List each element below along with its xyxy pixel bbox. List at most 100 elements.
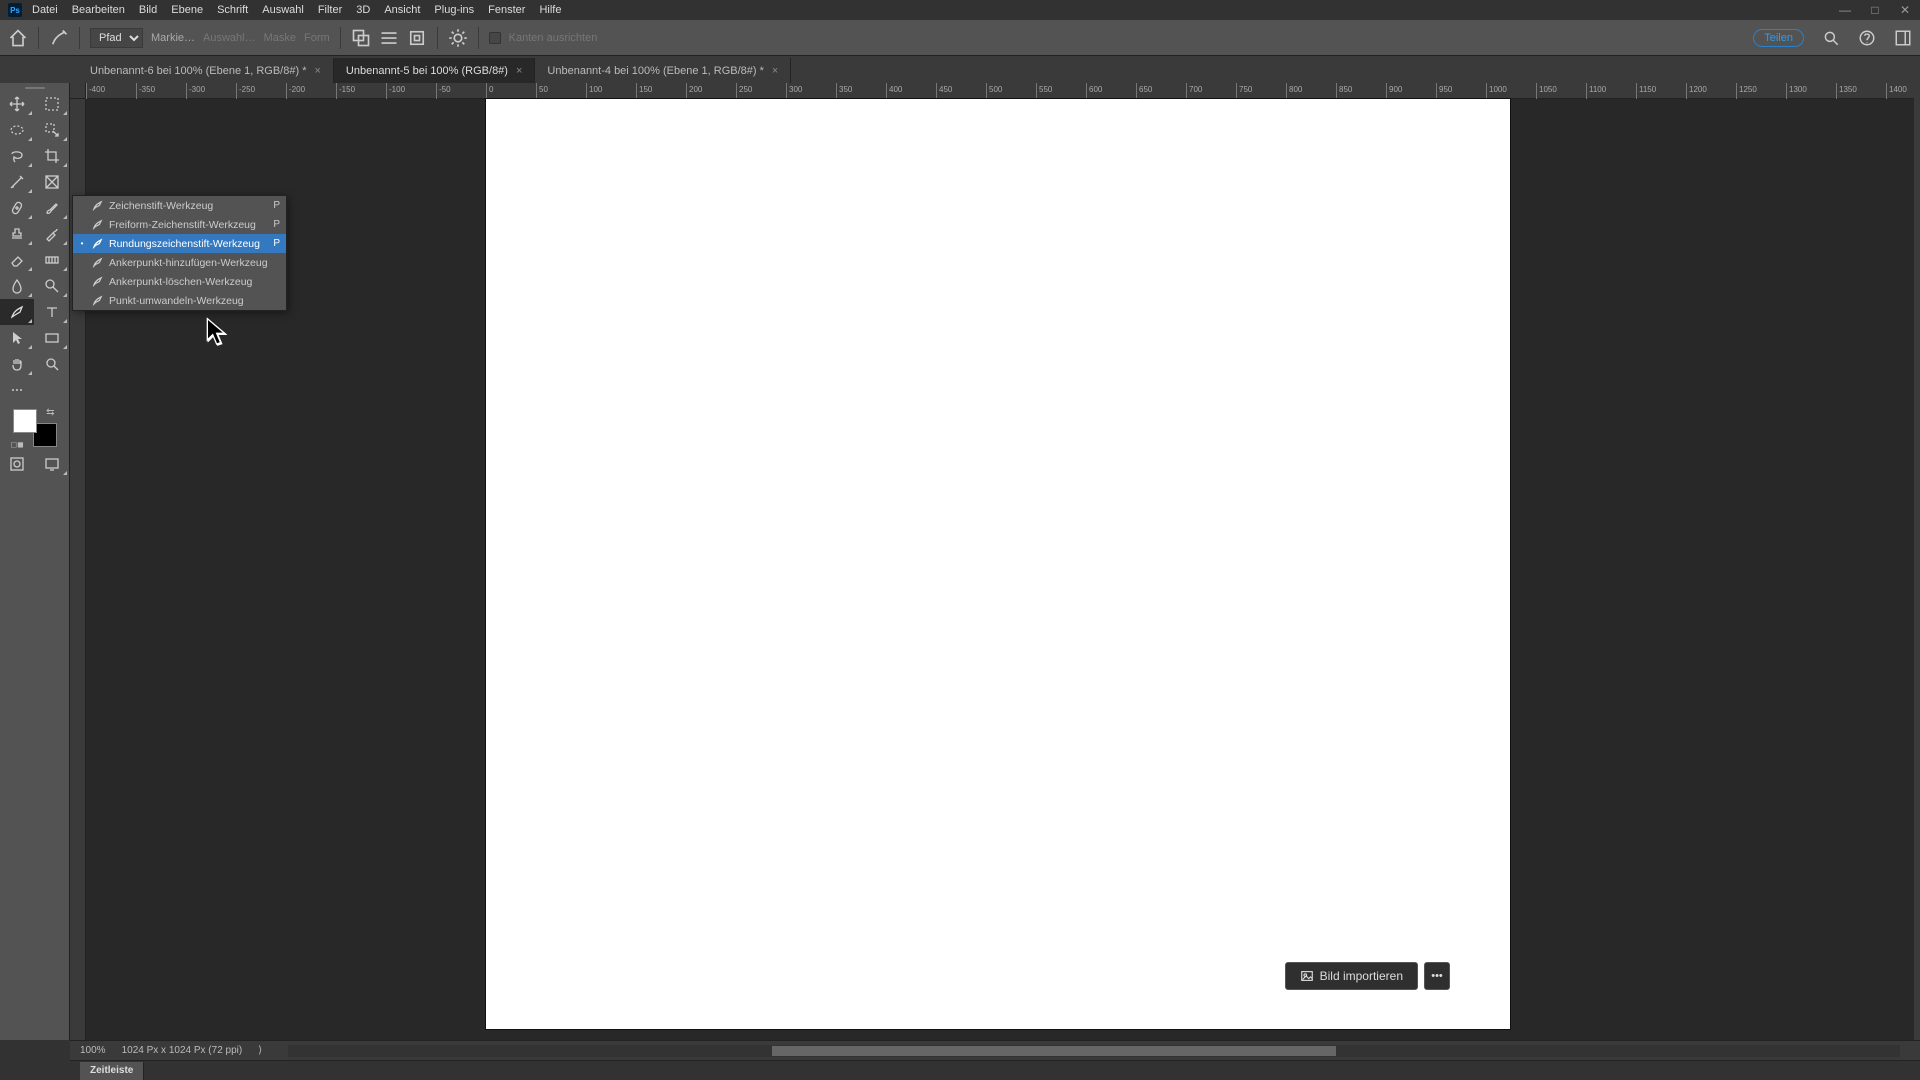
menu-plugins[interactable]: Plug-ins <box>434 4 474 16</box>
doc-tab-label: Unbenannt-4 bei 100% (Ebene 1, RGB/8#) * <box>547 65 763 77</box>
gear-icon[interactable] <box>448 28 468 48</box>
search-icon[interactable] <box>1822 29 1840 47</box>
doc-tab-0[interactable]: Unbenannt-6 bei 100% (Ebene 1, RGB/8#) *… <box>78 58 334 83</box>
options-bar: Pfad Markie… Auswahl… Maske Form Kanten … <box>0 20 1920 56</box>
import-more-button[interactable]: ••• <box>1424 962 1450 990</box>
canvas-stage[interactable]: Bild importieren ••• <box>86 99 1920 1040</box>
pen-tool-flyout: Zeichenstift-Werkzeug P Freiform-Zeichen… <box>72 195 287 311</box>
object-select-tool[interactable] <box>35 117 69 143</box>
canvas-area: -400-350-300-250-200-150-100-50050100150… <box>70 83 1920 1040</box>
zoom-tool[interactable] <box>35 351 69 377</box>
mode-select[interactable]: Pfad <box>90 28 143 48</box>
status-bar: 100% 1024 Px x 1024 Px (72 ppi) ⟩ <box>70 1040 1920 1060</box>
brush-tool[interactable] <box>35 195 69 221</box>
path-align-icon[interactable] <box>379 28 399 48</box>
pen-tool[interactable] <box>0 299 34 325</box>
artboard-tool[interactable] <box>35 91 69 117</box>
status-arrow[interactable]: ⟩ <box>258 1045 262 1056</box>
markie-button[interactable]: Markie… <box>151 32 195 44</box>
flyout-item-3[interactable]: Ankerpunkt-hinzufügen-Werkzeug <box>73 253 286 272</box>
lasso-tool[interactable] <box>0 143 34 169</box>
quickmask-tool[interactable] <box>0 451 34 477</box>
healing-tool[interactable] <box>0 195 34 221</box>
blur-tool[interactable] <box>0 273 34 299</box>
window-minimize-button[interactable]: — <box>1838 3 1852 17</box>
crop-tool[interactable] <box>35 143 69 169</box>
menu-filter[interactable]: Filter <box>318 4 342 16</box>
edit-toolbar[interactable] <box>0 377 34 403</box>
menu-datei[interactable]: Datei <box>32 4 58 16</box>
type-tool[interactable] <box>35 299 69 325</box>
import-label: Bild importieren <box>1320 969 1403 983</box>
rectangle-tool[interactable] <box>35 325 69 351</box>
menu-bearbeiten[interactable]: Bearbeiten <box>72 4 125 16</box>
menu-ebene[interactable]: Ebene <box>171 4 203 16</box>
flyout-item-1[interactable]: Freiform-Zeichenstift-Werkzeug P <box>73 215 286 234</box>
import-image-button[interactable]: Bild importieren <box>1285 962 1418 990</box>
document-dims[interactable]: 1024 Px x 1024 Px (72 ppi) <box>122 1045 243 1056</box>
menu-auswahl[interactable]: Auswahl <box>262 4 304 16</box>
ruler-horizontal[interactable]: -400-350-300-250-200-150-100-50050100150… <box>86 83 1920 99</box>
flyout-item-4[interactable]: Ankerpunkt-löschen-Werkzeug <box>73 272 286 291</box>
flyout-item-2[interactable]: • Rundungszeichenstift-Werkzeug P <box>73 234 286 253</box>
timeline-panel: Zeitleiste <box>70 1060 1920 1080</box>
flyout-item-5[interactable]: Punkt-umwandeln-Werkzeug <box>73 291 286 310</box>
horizontal-scrollbar[interactable] <box>288 1045 1900 1057</box>
toolbox: ⇆ ◻◼ <box>0 83 70 1040</box>
eraser-tool[interactable] <box>0 247 34 273</box>
path-op-icon-1[interactable] <box>351 28 371 48</box>
import-box: Bild importieren ••• <box>1285 962 1450 990</box>
close-icon[interactable]: × <box>516 65 522 77</box>
doc-tab-1[interactable]: Unbenannt-5 bei 100% (RGB/8#) × <box>334 58 535 83</box>
marquee-tool[interactable] <box>0 117 34 143</box>
home-icon[interactable] <box>8 28 28 48</box>
document-tabs: Unbenannt-6 bei 100% (Ebene 1, RGB/8#) *… <box>0 56 1920 83</box>
window-controls: — □ ✕ <box>1838 3 1912 17</box>
menu-fenster[interactable]: Fenster <box>488 4 525 16</box>
eyedropper-tool[interactable] <box>0 169 34 195</box>
document-canvas[interactable] <box>486 99 1510 1029</box>
frame-tool[interactable] <box>35 169 69 195</box>
help-icon[interactable] <box>1858 29 1876 47</box>
kanten-checkbox[interactable] <box>489 32 501 44</box>
foreground-color[interactable] <box>13 409 37 433</box>
flyout-item-0[interactable]: Zeichenstift-Werkzeug P <box>73 196 286 215</box>
move-tool[interactable] <box>0 91 34 117</box>
workspace-icon[interactable] <box>1894 29 1912 47</box>
menu-3d[interactable]: 3D <box>356 4 370 16</box>
window-close-button[interactable]: ✕ <box>1898 3 1912 17</box>
dodge-tool[interactable] <box>35 273 69 299</box>
menu-bild[interactable]: Bild <box>139 4 157 16</box>
default-colors-icon[interactable]: ◻◼ <box>11 440 24 449</box>
kanten-label: Kanten ausrichten <box>509 32 598 44</box>
tool-preset-icon[interactable] <box>49 28 69 48</box>
history-brush-tool[interactable] <box>35 221 69 247</box>
stamp-tool[interactable] <box>0 221 34 247</box>
close-icon[interactable]: × <box>314 65 320 77</box>
zoom-level[interactable]: 100% <box>80 1045 106 1056</box>
path-select-tool[interactable] <box>0 325 34 351</box>
right-panel-strip[interactable] <box>1914 83 1920 1040</box>
doc-tab-label: Unbenannt-6 bei 100% (Ebene 1, RGB/8#) * <box>90 65 306 77</box>
menu-hilfe[interactable]: Hilfe <box>539 4 561 16</box>
window-maximize-button[interactable]: □ <box>1868 3 1882 17</box>
main-menu: Datei Bearbeiten Bild Ebene Schrift Ausw… <box>32 4 561 16</box>
ruler-corner <box>70 83 86 99</box>
maske-button: Maske <box>264 32 296 44</box>
doc-tab-label: Unbenannt-5 bei 100% (RGB/8#) <box>346 65 508 77</box>
app-logo: Ps <box>8 3 22 17</box>
doc-tab-2[interactable]: Unbenannt-4 bei 100% (Ebene 1, RGB/8#) *… <box>535 58 791 83</box>
color-swatch[interactable]: ⇆ ◻◼ <box>13 409 57 447</box>
titlebar: Ps Datei Bearbeiten Bild Ebene Schrift A… <box>0 0 1920 20</box>
timeline-tab[interactable]: Zeitleiste <box>80 1062 144 1080</box>
close-icon[interactable]: × <box>772 65 778 77</box>
menu-schrift[interactable]: Schrift <box>217 4 248 16</box>
hand-tool[interactable] <box>0 351 34 377</box>
menu-ansicht[interactable]: Ansicht <box>384 4 420 16</box>
gradient-tool[interactable] <box>35 247 69 273</box>
auswahl-button: Auswahl… <box>203 32 256 44</box>
share-button[interactable]: Teilen <box>1753 29 1804 47</box>
screenmode-tool[interactable] <box>35 451 69 477</box>
swap-colors-icon[interactable]: ⇆ <box>46 407 54 418</box>
path-arrange-icon[interactable] <box>407 28 427 48</box>
